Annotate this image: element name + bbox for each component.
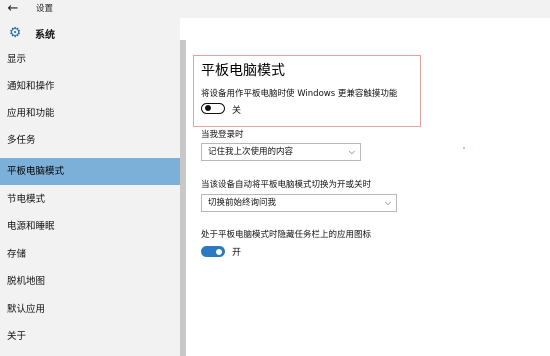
hide-icons-toggle-label: 开 [232, 248, 242, 258]
sidebar-item-offline-maps[interactable]: 脱机地图 [0, 268, 180, 295]
sidebar-item-battery-saver[interactable]: 节电模式 [0, 186, 180, 213]
toggle-knob [216, 248, 222, 255]
title-bar: ← 设置 [0, 0, 550, 18]
auto-switch-dropdown-value: 切换前始终询问我 [208, 198, 277, 208]
sidebar-item-about[interactable]: 关于 [0, 323, 180, 350]
arrow-left-icon: ← [7, 1, 19, 16]
sidebar-item-apps[interactable]: 应用和功能 [0, 100, 180, 127]
decorative-dot [463, 147, 465, 149]
window-title: 设置 [36, 4, 54, 14]
tablet-mode-toggle[interactable] [201, 103, 225, 114]
sidebar-item-default-apps[interactable]: 默认应用 [0, 296, 180, 323]
signin-dropdown-value: 记住我上次使用的内容 [208, 147, 294, 157]
chevron-down-icon: ⌵ [348, 147, 355, 156]
page-title: 平板电脑模式 [201, 63, 285, 79]
signin-dropdown[interactable]: 记住我上次使用的内容 ⌵ [201, 143, 361, 161]
tablet-mode-toggle-label: 关 [232, 106, 242, 116]
hide-icons-label: 处于平板电脑模式时隐藏任务栏上的应用图标 [201, 230, 372, 240]
sidebar-item-multitasking[interactable]: 多任务 [0, 127, 180, 154]
auto-switch-dropdown[interactable]: 切换前始终询问我 ⌵ [201, 194, 397, 212]
sidebar-item-display[interactable]: 显示 [0, 46, 180, 73]
auto-switch-label: 当该设备自动将平板电脑模式切换为开或关时 [201, 180, 372, 190]
sidebar-item-tablet-mode[interactable]: 平板电脑模式 [0, 158, 180, 185]
signin-label: 当我登录时 [201, 130, 244, 140]
chevron-down-icon: ⌵ [384, 198, 391, 207]
back-button[interactable]: ← [5, 1, 21, 17]
sidebar-header-label: 系统 [35, 29, 55, 41]
gear-icon: ⚙ [8, 25, 22, 41]
toggle-knob [205, 105, 211, 111]
sidebar-header: ⚙ 系统 [7, 24, 55, 42]
tablet-mode-description: 将设备用作平板电脑时使 Windows 更兼容触摸功能 [201, 89, 398, 99]
sidebar-item-storage[interactable]: 存储 [0, 241, 180, 268]
sidebar-item-notifications[interactable]: 通知和操作 [0, 73, 180, 100]
sidebar-item-power-sleep[interactable]: 电源和睡眠 [0, 213, 180, 240]
hide-icons-toggle[interactable] [201, 246, 225, 257]
